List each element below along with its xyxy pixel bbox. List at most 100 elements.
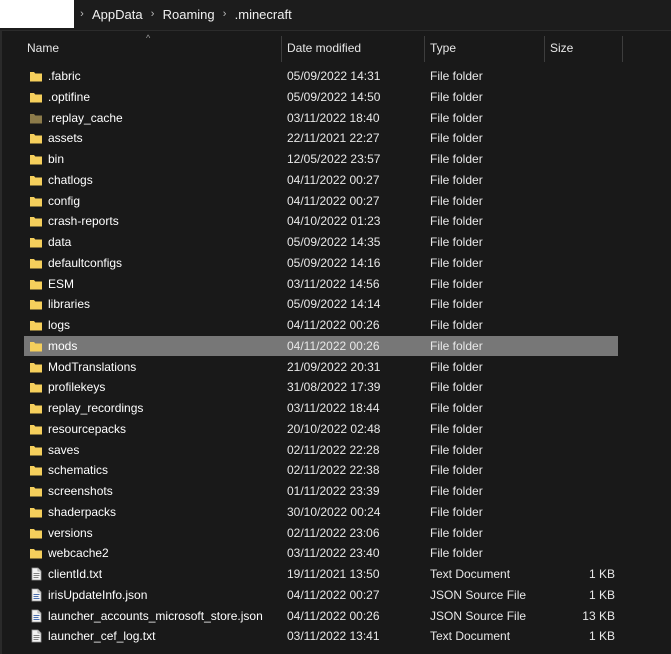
address-bar-hidden-region bbox=[0, 0, 74, 28]
file-name: versions bbox=[48, 525, 93, 540]
file-date-modified: 21/09/2022 20:31 bbox=[287, 359, 381, 374]
breadcrumb-appdata[interactable]: AppData bbox=[90, 7, 145, 22]
file-date-modified: 22/11/2021 22:27 bbox=[287, 131, 380, 146]
table-row[interactable]: launcher_accounts_microsoft_store.json 04… bbox=[0, 606, 671, 626]
folder-icon bbox=[29, 69, 43, 83]
breadcrumb-roaming[interactable]: Roaming bbox=[161, 7, 217, 22]
table-row[interactable]: defaultconfigs 05/09/2022 14:16 File folde… bbox=[0, 253, 671, 273]
file-date-modified: 04/10/2022 01:23 bbox=[287, 214, 381, 229]
file-type: File folder bbox=[430, 463, 483, 478]
table-row[interactable]: logs 04/11/2022 00:26 File folder bbox=[0, 315, 671, 335]
column-divider[interactable] bbox=[622, 36, 623, 62]
column-divider[interactable] bbox=[424, 36, 425, 62]
file-date-modified: 04/11/2022 00:27 bbox=[287, 587, 380, 602]
file-name: .optifine bbox=[48, 89, 91, 104]
file-type: File folder bbox=[430, 401, 483, 415]
file-date-modified: 03/11/2022 18:44 bbox=[287, 401, 380, 415]
table-row[interactable]: bin 12/05/2022 23:57 File folder bbox=[0, 149, 671, 169]
table-row[interactable]: screenshots 01/11/2022 23:39 File folder bbox=[0, 481, 671, 501]
file-name: mods bbox=[48, 338, 78, 353]
table-row[interactable]: schematics 02/11/2022 22:38 File folder bbox=[0, 460, 671, 480]
file-date-modified: 30/10/2022 00:24 bbox=[287, 504, 381, 519]
table-row[interactable]: .optifine 05/09/2022 14:50 File folder bbox=[0, 87, 671, 107]
file-date-modified: 04/11/2022 00:26 bbox=[287, 338, 380, 353]
file-type: File folder bbox=[430, 484, 483, 498]
file-type: JSON Source File bbox=[430, 587, 527, 602]
text-file-icon bbox=[29, 567, 43, 581]
table-row[interactable]: assets 22/11/2021 22:27 File folder bbox=[0, 128, 671, 148]
chevron-right-icon[interactable]: › bbox=[145, 8, 161, 20]
table-row[interactable]: ModTranslations 21/09/2022 20:31 File fold… bbox=[0, 357, 671, 377]
folder-icon bbox=[29, 401, 43, 415]
file-type: Text Document bbox=[430, 629, 511, 644]
file-name: profilekeys bbox=[48, 380, 106, 395]
table-row[interactable]: data 05/09/2022 14:35 File folder bbox=[0, 232, 671, 252]
file-type: File folder bbox=[430, 276, 483, 291]
file-name: .replay_cache bbox=[48, 110, 123, 125]
breadcrumb-minecraft[interactable]: .minecraft bbox=[233, 7, 294, 22]
file-type: File folder bbox=[430, 421, 483, 436]
table-row[interactable]: config 04/11/2022 00:27 File folder bbox=[0, 191, 671, 211]
file-date-modified: 02/11/2022 23:06 bbox=[287, 525, 380, 540]
file-size: 13 KB bbox=[582, 608, 615, 623]
file-name: ESM bbox=[48, 276, 75, 291]
table-row[interactable]: .replay_cache 03/11/2022 18:40 File folder bbox=[0, 108, 671, 128]
table-row[interactable]: launcher_cef_log.txt 03/11/2022 13:41 Text… bbox=[0, 626, 671, 646]
file-name: screenshots bbox=[48, 484, 113, 498]
file-name: saves bbox=[48, 442, 80, 457]
file-date-modified: 05/09/2022 14:31 bbox=[287, 69, 381, 83]
table-row[interactable]: .fabric 05/09/2022 14:31 File folder bbox=[0, 66, 671, 86]
folder-icon bbox=[29, 152, 43, 166]
column-header-date[interactable]: Date modified bbox=[287, 34, 361, 62]
column-header-name[interactable]: Name bbox=[27, 34, 59, 62]
table-row[interactable]: mods 04/11/2022 00:26 File folder bbox=[0, 335, 671, 356]
table-row[interactable]: shaderpacks 30/10/2022 00:24 File folder bbox=[0, 502, 671, 522]
table-row[interactable]: profilekeys 31/08/2022 17:39 File folder bbox=[0, 377, 671, 397]
file-type: Text Document bbox=[430, 567, 511, 581]
breadcrumb: › AppData › Roaming › .minecraft bbox=[74, 0, 294, 28]
file-date-modified: 03/11/2022 18:40 bbox=[287, 110, 380, 125]
json-file-icon bbox=[29, 609, 43, 623]
folder-icon bbox=[29, 380, 43, 394]
file-type: File folder bbox=[430, 131, 483, 146]
file-date-modified: 19/11/2021 13:50 bbox=[287, 567, 380, 581]
table-row[interactable]: resourcepacks 20/10/2022 02:48 File folder bbox=[0, 419, 671, 439]
file-type: File folder bbox=[430, 338, 483, 353]
table-row[interactable]: versions 02/11/2022 23:06 File folder bbox=[0, 523, 671, 543]
table-row[interactable]: chatlogs 04/11/2022 00:27 File folder bbox=[0, 170, 671, 190]
column-header-size[interactable]: Size bbox=[550, 34, 573, 62]
column-header-type[interactable]: Type bbox=[430, 34, 456, 62]
file-type: JSON Source File bbox=[430, 608, 527, 623]
chevron-right-icon[interactable]: › bbox=[74, 8, 90, 20]
table-row[interactable]: saves 02/11/2022 22:28 File folder bbox=[0, 440, 671, 460]
file-type: File folder bbox=[430, 442, 483, 457]
file-date-modified: 12/05/2022 23:57 bbox=[287, 152, 381, 166]
file-name: logs bbox=[48, 318, 71, 332]
column-divider[interactable] bbox=[281, 36, 282, 62]
table-row[interactable]: webcache2 03/11/2022 23:40 File folder bbox=[0, 543, 671, 563]
file-type: File folder bbox=[430, 546, 483, 561]
folder-icon bbox=[29, 443, 43, 457]
table-row[interactable]: irisUpdateInfo.json 04/11/2022 00:27 JSON … bbox=[0, 585, 671, 605]
column-divider[interactable] bbox=[544, 36, 545, 62]
folder-icon bbox=[29, 463, 43, 477]
table-row[interactable]: crash-reports 04/10/2022 01:23 File folder bbox=[0, 211, 671, 231]
file-type: File folder bbox=[430, 504, 483, 519]
folder-icon bbox=[29, 297, 43, 311]
file-size: 1 KB bbox=[588, 587, 615, 602]
sort-ascending-icon: ^ bbox=[146, 33, 151, 43]
chevron-right-icon[interactable]: › bbox=[217, 8, 233, 20]
table-row[interactable]: replay_recordings 03/11/2022 18:44 File fo… bbox=[0, 398, 671, 418]
file-name: schematics bbox=[48, 463, 109, 478]
file-name: libraries bbox=[48, 297, 91, 312]
folder-icon bbox=[29, 526, 43, 540]
table-row[interactable]: libraries 05/09/2022 14:14 File folder bbox=[0, 294, 671, 314]
folder-icon bbox=[29, 256, 43, 270]
file-name: clientId.txt bbox=[48, 567, 103, 581]
table-row[interactable]: ESM 03/11/2022 14:56 File folder bbox=[0, 274, 671, 294]
address-bar[interactable]: › AppData › Roaming › .minecraft bbox=[0, 0, 671, 31]
file-name: assets bbox=[48, 131, 83, 146]
table-row[interactable]: clientId.txt 19/11/2021 13:50 Text Documen… bbox=[0, 564, 671, 584]
text-file-icon bbox=[29, 629, 43, 643]
file-date-modified: 03/11/2022 14:56 bbox=[287, 276, 380, 291]
